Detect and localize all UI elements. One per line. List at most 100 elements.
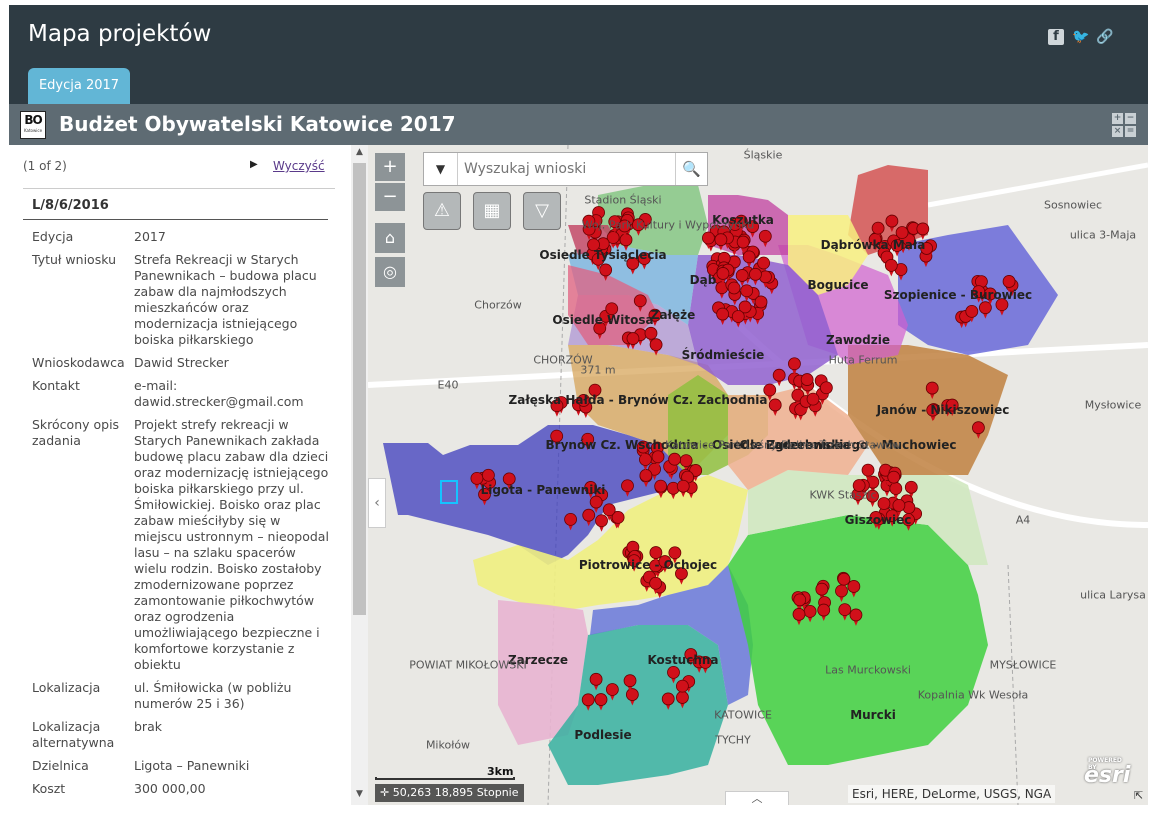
attribute-value: Projekt strefy rekreacji w Starych Panew…	[134, 417, 329, 672]
place-label: ulica 3-Maja	[1069, 228, 1137, 242]
project-marker[interactable]	[639, 469, 653, 487]
next-record-icon[interactable]: ▶	[250, 159, 258, 170]
facebook-icon[interactable]: f	[1048, 29, 1064, 45]
search-input[interactable]	[464, 159, 664, 179]
layout-tool-button[interactable]: ▦	[473, 192, 511, 230]
project-marker[interactable]	[661, 692, 675, 710]
district-label: Piotrowice - Ochojec	[578, 558, 718, 572]
project-marker[interactable]	[884, 258, 898, 277]
district-label: Bogucice	[807, 278, 869, 292]
project-marker[interactable]	[621, 479, 634, 497]
tab-edycja-2017[interactable]: Edycja 2017	[28, 68, 130, 104]
district-label: Załęska Hałda - Brynów Cz. Zachodnia	[508, 393, 768, 407]
attribute-row: Skrócony opis zadania Projekt strefy rekr…	[32, 417, 332, 673]
place-label: Huta Ferrum	[828, 353, 898, 367]
project-marker[interactable]	[792, 607, 806, 626]
project-marker[interactable]	[847, 580, 861, 598]
record-pager: (1 of 2)	[23, 159, 67, 173]
project-marker[interactable]	[649, 338, 663, 356]
attribute-value: ul. Śmiłowicka (w pobliżu numerów 25 i 3…	[134, 680, 292, 711]
project-marker[interactable]	[667, 665, 680, 684]
project-marker[interactable]	[749, 267, 762, 286]
attribute-row: Kontakt e-mail: dawid.strecker@gmail.com	[32, 378, 332, 410]
link-icon[interactable]: 🔗	[1096, 29, 1113, 45]
project-marker[interactable]	[742, 250, 756, 268]
home-button[interactable]: ⌂	[375, 223, 405, 253]
place-label: KATOWICE	[714, 708, 772, 722]
clear-selection-link[interactable]: Wyczyść	[273, 159, 325, 173]
project-marker[interactable]	[972, 421, 985, 439]
attribute-key: Lokalizacja	[32, 680, 101, 695]
panel-scrollbar[interactable]: ▲ ▼	[351, 145, 368, 805]
place-label: Kopalnia Wk Wesoła	[917, 688, 1029, 702]
filter-tool-button[interactable]: ▽	[523, 192, 561, 230]
crosshair-icon: ✛	[380, 786, 390, 799]
project-marker[interactable]	[605, 683, 619, 701]
scale-bar: 3km	[375, 765, 518, 783]
locate-button[interactable]: ◎	[375, 257, 405, 287]
project-marker[interactable]	[625, 688, 639, 706]
project-marker[interactable]	[714, 233, 728, 251]
place-label: POWIAT MIKOŁOWSKI	[409, 658, 527, 672]
place-label: ulica Larysa	[1080, 588, 1146, 602]
place-label: Mikołów	[425, 738, 471, 752]
project-marker[interactable]	[654, 479, 668, 498]
attribute-row: Wnioskodawca Dawid Strecker	[32, 355, 332, 371]
scroll-thumb[interactable]	[353, 163, 366, 615]
project-marker[interactable]	[803, 605, 817, 623]
project-marker[interactable]	[835, 584, 848, 602]
project-marker[interactable]	[758, 229, 772, 248]
marker-layer	[440, 206, 1019, 711]
app-title: Mapa projektów	[28, 21, 212, 47]
district-label: Podlesie	[574, 728, 632, 742]
resize-handle-icon[interactable]: ⇱	[1134, 789, 1143, 802]
place-label: Mysłowice	[1084, 398, 1142, 412]
project-marker[interactable]	[978, 301, 992, 319]
project-marker[interactable]	[817, 603, 831, 622]
project-marker[interactable]	[768, 398, 782, 416]
project-marker[interactable]	[731, 310, 745, 328]
project-marker[interactable]	[595, 514, 608, 532]
app-header: Mapa projektów f 🐦 🔗 Edycja 2017	[9, 5, 1148, 104]
zoom-out-button[interactable]: −	[375, 183, 405, 211]
project-marker[interactable]	[564, 512, 577, 531]
twitter-icon[interactable]: 🐦	[1072, 29, 1089, 45]
coordinate-readout: ✛ 50,263 18,895 Stopnie	[375, 784, 524, 802]
warning-tool-button[interactable]: ⚠	[423, 192, 461, 230]
search-source-dropdown[interactable]: ▼	[424, 153, 458, 185]
search-icon[interactable]: 🔍	[675, 153, 707, 185]
district-label: Janów - Nikiszowiec	[876, 403, 1010, 417]
attribute-value: 300 000,00	[134, 781, 206, 796]
project-marker[interactable]	[582, 508, 596, 527]
project-marker[interactable]	[772, 368, 786, 387]
project-marker[interactable]	[788, 357, 801, 375]
project-marker[interactable]	[594, 693, 608, 711]
attribute-key: Tytuł wniosku	[32, 252, 116, 267]
map-titlebar: BO Katowice Budżet Obywatelski Katowice …	[9, 104, 1148, 145]
scroll-down-icon[interactable]: ▼	[351, 789, 368, 803]
project-marker[interactable]	[599, 263, 613, 281]
project-marker[interactable]	[589, 672, 603, 691]
zoom-in-button[interactable]: +	[375, 153, 405, 181]
project-marker[interactable]	[633, 294, 647, 312]
project-marker[interactable]	[676, 479, 690, 498]
esri-powered-text: POWERED BY	[1088, 757, 1122, 771]
attribute-value: brak	[134, 719, 162, 734]
map-view[interactable]: Osiedle Tysiąclecia Dąb Osiedle Witosa Załę…	[368, 145, 1148, 805]
collapse-panel-button[interactable]: ‹	[368, 478, 386, 528]
district-label: Ligota - Panewniki	[480, 483, 606, 497]
project-marker[interactable]	[581, 693, 595, 711]
project-marker[interactable]	[885, 214, 899, 233]
calculator-icon[interactable]: + − × =	[1112, 113, 1136, 137]
scroll-up-icon[interactable]: ▲	[351, 147, 368, 161]
project-marker[interactable]	[716, 307, 730, 326]
district-label: Szopienice - Burowiec	[883, 288, 1033, 302]
project-marker[interactable]	[838, 603, 852, 621]
attribute-value: Dawid Strecker	[134, 355, 229, 370]
attribute-key: Skrócony opis zadania	[32, 417, 120, 448]
project-marker[interactable]	[925, 381, 939, 400]
selected-marker-highlight[interactable]	[440, 480, 458, 504]
project-marker[interactable]	[849, 608, 863, 626]
scale-label: 3km	[487, 765, 514, 778]
expand-bottom-button[interactable]: ︿	[725, 791, 789, 805]
